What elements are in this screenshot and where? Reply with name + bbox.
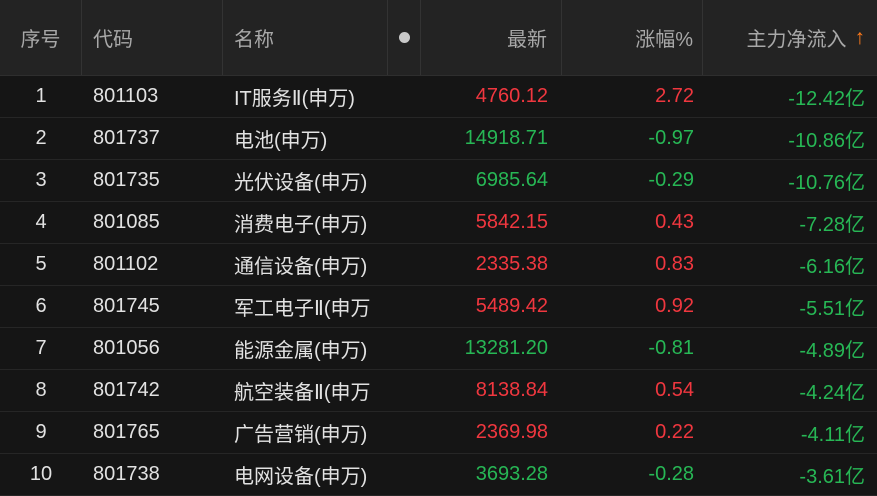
row-change-pct: 0.43: [655, 211, 694, 233]
table-row[interactable]: 4 801085 消费电子(申万) 5842.15 0.43 -7.28亿: [0, 202, 877, 244]
column-header-name[interactable]: 名称: [223, 0, 388, 75]
row-latest: 4760.12: [475, 85, 548, 107]
table-row[interactable]: 2 801737 电池(申万) 14918.71 -0.97 -10.86亿: [0, 118, 877, 160]
row-latest: 8138.84: [475, 379, 548, 401]
row-index: 6: [35, 295, 47, 317]
row-name: 能源金属(申万): [234, 340, 368, 362]
table-row[interactable]: 7 801056 能源金属(申万) 13281.20 -0.81 -4.89亿: [0, 328, 877, 370]
table-body: 1 801103 IT服务Ⅱ(申万) 4760.12 2.72 -12.42亿 2 80173…: [0, 76, 877, 496]
row-name: 光伏设备(申万): [234, 172, 368, 194]
row-name: 广告营销(申万): [234, 424, 368, 446]
row-main-net-inflow: -6.16亿: [799, 256, 865, 278]
row-index: 2: [35, 127, 47, 149]
row-main-net-inflow: -4.24亿: [799, 382, 865, 404]
row-change-pct: -0.97: [648, 127, 694, 149]
row-index: 7: [35, 337, 47, 359]
row-change-pct: 2.72: [655, 85, 694, 107]
table-row[interactable]: 8 801742 航空装备Ⅱ(申万 8138.84 0.54 -4.24亿: [0, 370, 877, 412]
row-main-net-inflow: -3.61亿: [799, 466, 865, 488]
row-code: 801102: [93, 253, 159, 275]
row-change-pct: 0.54: [655, 379, 694, 401]
row-latest: 6985.64: [475, 169, 548, 191]
row-code: 801765: [93, 421, 160, 443]
table-header: 序号 代码 名称 最新 涨幅% 主力净流入 ↑: [0, 0, 877, 76]
row-change-pct: 0.92: [655, 295, 694, 317]
row-change-pct: -0.29: [648, 169, 694, 191]
row-code: 801103: [93, 85, 159, 107]
row-name: 军工电子Ⅱ(申万: [234, 298, 371, 320]
column-header-main-net-inflow[interactable]: 主力净流入 ↑: [703, 0, 877, 75]
row-index: 10: [29, 463, 53, 485]
row-name: 消费电子(申万): [234, 214, 368, 236]
row-change-pct: -0.81: [648, 337, 694, 359]
column-header-latest[interactable]: 最新: [421, 0, 562, 75]
row-main-net-inflow: -7.28亿: [799, 214, 865, 236]
row-main-net-inflow: -4.89亿: [799, 340, 865, 362]
row-index: 5: [35, 253, 47, 275]
row-code: 801056: [93, 337, 160, 359]
row-latest: 5842.15: [475, 211, 548, 233]
row-index: 9: [35, 421, 47, 443]
row-name: 通信设备(申万): [234, 256, 368, 278]
row-main-net-inflow: -10.76亿: [788, 172, 865, 194]
row-index: 1: [35, 85, 47, 107]
dot-icon: [398, 32, 410, 43]
table-row[interactable]: 6 801745 军工电子Ⅱ(申万 5489.42 0.92 -5.51亿: [0, 286, 877, 328]
row-code: 801742: [93, 379, 160, 401]
row-latest: 2335.38: [475, 253, 548, 275]
column-header-code[interactable]: 代码: [82, 0, 223, 75]
table-row[interactable]: 9 801765 广告营销(申万) 2369.98 0.22 -4.11亿: [0, 412, 877, 454]
column-header-index[interactable]: 序号: [0, 0, 82, 75]
row-main-net-inflow: -5.51亿: [799, 298, 865, 320]
row-change-pct: 0.22: [655, 421, 694, 443]
row-index: 4: [35, 211, 47, 233]
sector-fund-flow-table: 序号 代码 名称 最新 涨幅% 主力净流入 ↑ 1 801103 IT服务Ⅱ(申万)…: [0, 0, 877, 496]
table-row[interactable]: 1 801103 IT服务Ⅱ(申万) 4760.12 2.72 -12.42亿: [0, 76, 877, 118]
row-main-net-inflow: -12.42亿: [788, 88, 865, 110]
row-code: 801735: [93, 169, 160, 191]
row-latest: 3693.28: [475, 463, 548, 485]
row-main-net-inflow: -10.86亿: [788, 130, 865, 152]
row-name: 电池(申万): [234, 130, 328, 152]
table-row[interactable]: 3 801735 光伏设备(申万) 6985.64 -0.29 -10.76亿: [0, 160, 877, 202]
row-change-pct: -0.28: [648, 463, 694, 485]
row-index: 3: [35, 169, 47, 191]
row-code: 801085: [93, 211, 160, 233]
row-latest: 2369.98: [475, 421, 548, 443]
row-latest: 13281.20: [464, 337, 548, 359]
row-code: 801737: [93, 127, 160, 149]
row-name: 电网设备(申万): [234, 466, 368, 488]
table-row[interactable]: 10 801738 电网设备(申万) 3693.28 -0.28 -3.61亿: [0, 454, 877, 496]
row-index: 8: [35, 379, 47, 401]
row-change-pct: 0.83: [655, 253, 694, 275]
row-code: 801738: [93, 463, 160, 485]
sort-ascending-icon: ↑: [854, 25, 866, 49]
row-code: 801745: [93, 295, 160, 317]
row-latest: 5489.42: [475, 295, 548, 317]
main-net-inflow-label: 主力净流入: [746, 29, 847, 51]
table-row[interactable]: 5 801102 通信设备(申万) 2335.38 0.83 -6.16亿: [0, 244, 877, 286]
row-latest: 14918.71: [464, 127, 548, 149]
row-name: 航空装备Ⅱ(申万: [234, 382, 371, 404]
column-header-change-pct[interactable]: 涨幅%: [562, 0, 703, 75]
row-main-net-inflow: -4.11亿: [800, 424, 865, 446]
column-header-dot[interactable]: [388, 0, 421, 75]
row-name: IT服务Ⅱ(申万): [234, 88, 355, 110]
